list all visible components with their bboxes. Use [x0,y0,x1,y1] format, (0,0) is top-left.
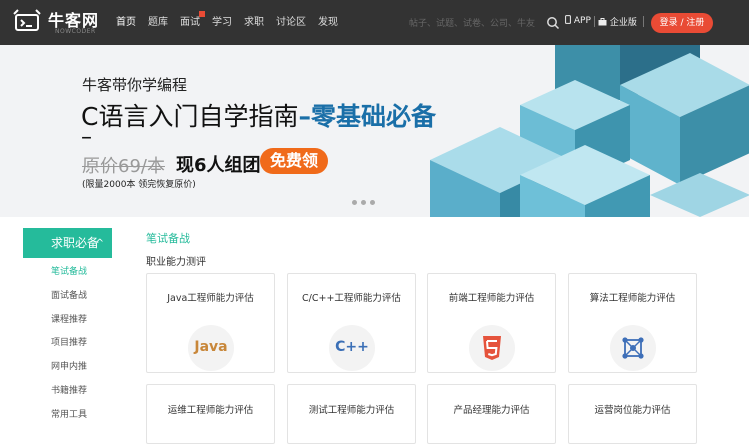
sidebar-item-interview[interactable]: 面试备战 [51,288,87,312]
sidebar-item-projects[interactable]: 项目推荐 [51,335,87,359]
banner-title-dash: – [81,125,92,150]
search-icon[interactable] [546,16,560,30]
search-placeholder: 帖子、试题、试卷、公司、牛友 [409,19,536,29]
app-link[interactable]: APP [565,15,591,26]
sidebar-item-tools[interactable]: 常用工具 [51,407,87,431]
nav-item-learn[interactable]: 学习 [206,0,238,45]
carousel-dot[interactable] [370,200,375,205]
carousel-dots [352,200,379,205]
nav-item-jobs[interactable]: 求职 [238,0,270,45]
briefcase-icon [598,18,607,26]
logo[interactable]: 牛客网 NOWCODER [12,7,102,39]
html5-shield [483,336,501,360]
assessment-card-frontend[interactable]: 前端工程师能力评估 [427,273,556,373]
chevron-up-icon: ^ [95,238,104,249]
search-input[interactable]: 帖子、试题、试卷、公司、牛友 [405,13,560,33]
current-price: 现6人组团 [176,155,261,176]
carousel-dot[interactable] [352,200,357,205]
banner-title: C语言入门自学指南–零基础必备 [81,97,436,133]
java-icon: Java [188,325,234,371]
cpp-icon-text: C++ [335,339,369,355]
card-title: 运维工程师能力评估 [167,405,254,416]
section-title: 笔试备战 [146,232,190,245]
assessment-card-java[interactable]: Java工程师能力评估 Java [146,273,275,373]
logo-subtitle: NOWCODER [55,28,96,35]
algorithm-icon [610,325,656,371]
assessment-card-pm[interactable]: 产品经理能力评估 [427,384,556,444]
card-title: 运营岗位能力评估 [594,405,671,416]
html5-icon [469,325,515,371]
new-badge-icon [199,11,205,17]
nav-item-problems[interactable]: 题库 [142,0,174,45]
phone-icon [565,15,571,24]
assessment-card-cpp[interactable]: C/C++工程师能力评估 C++ [287,273,416,373]
divider [643,16,644,27]
card-title: 测试工程师能力评估 [308,405,395,416]
nav-item-discuss[interactable]: 讨论区 [270,0,312,45]
app-link-label: APP [573,16,591,26]
carousel-dot[interactable] [361,200,366,205]
card-title: 产品经理能力评估 [453,405,530,416]
sidebar-item-courses[interactable]: 课程推荐 [51,312,87,336]
sidebar-header-label: 求职必备 [51,236,100,250]
card-title: Java工程师能力评估 [167,293,254,304]
banner-subtitle: 牛客带你学编程 [82,76,188,94]
card-title: 前端工程师能力评估 [448,293,535,304]
assessment-card-algorithm[interactable]: 算法工程师能力评估 [568,273,697,373]
banner-title-highlight: –零基础必备 [298,102,436,131]
free-claim-button[interactable]: 免费领 [260,148,328,174]
card-title: 算法工程师能力评估 [589,293,676,304]
java-icon-text: Java [194,339,228,355]
sidebar-item-books[interactable]: 书籍推荐 [51,383,87,407]
logo-icon [13,9,41,31]
login-register-button[interactable]: 登录 / 注册 [651,13,713,33]
original-price: 原价69/本 [82,156,165,177]
algorithm-graph [622,337,644,359]
sidebar-item-written-test[interactable]: 笔试备战 [51,264,87,288]
nav-item-interview[interactable]: 面试 [174,0,206,45]
nav-item-home[interactable]: 首页 [110,0,142,45]
promo-banner[interactable]: 牛客带你学编程 C语言入门自学指南–零基础必备 – 原价69/本 现6人组团 免… [0,45,749,217]
assessment-card-ops[interactable]: 运维工程师能力评估 [146,384,275,444]
divider [594,16,595,27]
nav-item-discover[interactable]: 发现 [312,0,344,45]
sidebar-header[interactable]: 求职必备 ^ [23,228,112,258]
sidebar-list: 笔试备战 面试备战 课程推荐 项目推荐 网申内推 书籍推荐 常用工具 [51,264,87,431]
sidebar-item-referral[interactable]: 网申内推 [51,359,87,383]
enterprise-link-label: 企业版 [609,18,637,28]
cpp-icon: C++ [329,325,375,371]
enterprise-link[interactable]: 企业版 [598,15,637,28]
assessment-card-qa[interactable]: 测试工程师能力评估 [287,384,416,444]
card-title: C/C++工程师能力评估 [302,293,401,304]
top-navbar: 牛客网 NOWCODER 首页 题库 面试 学习 求职 讨论区 发现 帖子、试题… [0,0,749,45]
main-nav: 首页 题库 面试 学习 求职 讨论区 发现 [110,0,344,45]
assessment-card-operations[interactable]: 运营岗位能力评估 [568,384,697,444]
section-subtitle: 职业能力测评 [146,257,206,268]
nav-item-interview-label: 面试 [180,17,200,28]
banner-title-main: C语言入门自学指南 [81,102,299,131]
banner-note: (限量2000本 领完恢复原价) [82,180,196,190]
